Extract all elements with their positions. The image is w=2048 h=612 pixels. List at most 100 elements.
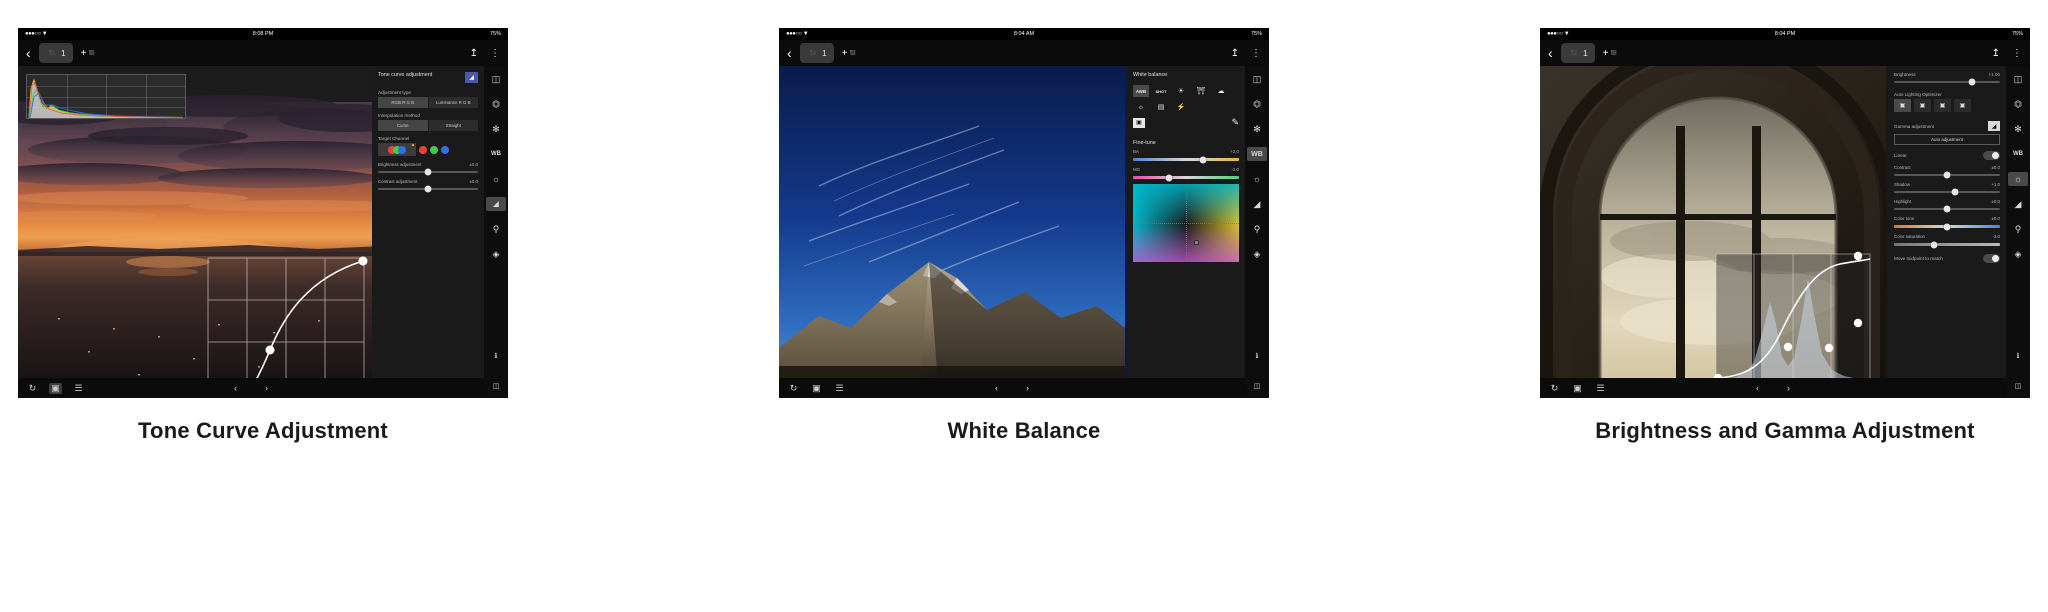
- seg-rgb[interactable]: RGB R G B: [378, 97, 428, 108]
- highlight-slider[interactable]: Highlight ±0.0: [1894, 199, 2000, 213]
- color-icon[interactable]: ◈: [2008, 247, 2028, 261]
- back-button[interactable]: ‹: [787, 46, 792, 60]
- slider-knob[interactable]: [1943, 205, 1951, 213]
- share-icon[interactable]: ↥: [1992, 48, 2000, 59]
- white-balance-icon[interactable]: WB: [1247, 147, 1267, 161]
- channel-blue[interactable]: [441, 145, 449, 154]
- curve-chart-icon[interactable]: ◢: [1988, 121, 2000, 131]
- slider-knob[interactable]: [424, 185, 432, 193]
- info-icon[interactable]: ℹ: [486, 349, 506, 363]
- layout-icon[interactable]: ◫: [1247, 379, 1267, 393]
- seg-luminance[interactable]: Luminance R G B: [428, 97, 478, 108]
- slider-knob[interactable]: [1199, 156, 1207, 163]
- crop-icon[interactable]: ⏣: [1247, 97, 1267, 111]
- back-button[interactable]: ‹: [1548, 46, 1553, 60]
- dust-delete-icon[interactable]: ✻: [486, 122, 506, 136]
- tone-curve-icon[interactable]: ◢: [1247, 197, 1267, 211]
- shade-icon[interactable]: ⛩: [1193, 85, 1209, 97]
- compare-icon[interactable]: ◫: [1247, 72, 1267, 86]
- add-image-button[interactable]: +◾: [842, 48, 859, 59]
- flash-icon[interactable]: ⚡: [1173, 101, 1189, 113]
- brightness-slider[interactable]: [1894, 78, 2000, 86]
- brightness-icon[interactable]: ☼: [2008, 172, 2028, 186]
- brightness-icon[interactable]: ☼: [486, 172, 506, 186]
- channel-green[interactable]: [430, 145, 438, 154]
- daylight-icon[interactable]: ☀: [1173, 85, 1189, 97]
- share-icon[interactable]: ↥: [1231, 48, 1239, 59]
- alo-standard-icon[interactable]: ▣: [1934, 99, 1951, 112]
- image-tab[interactable]: ◾ 1: [38, 43, 73, 63]
- white-balance-presets[interactable]: AWB SHOT ☀ ⛩ ☁ ☼ ▤ ⚡: [1133, 85, 1239, 113]
- color-icon[interactable]: ◈: [1247, 247, 1267, 261]
- ba-slider[interactable]: BA +2.0: [1133, 149, 1239, 163]
- dust-delete-icon[interactable]: ✻: [2008, 122, 2028, 136]
- channel-red[interactable]: [419, 145, 427, 154]
- target-channel-group[interactable]: [378, 143, 478, 156]
- contrast-adjustment-slider[interactable]: Contrast adjustment ±0.0: [378, 179, 478, 193]
- brightness-icon[interactable]: ☼: [1247, 172, 1267, 186]
- compare-icon[interactable]: ◫: [2008, 72, 2028, 86]
- image-canvas[interactable]: [1540, 66, 1888, 398]
- slider-knob[interactable]: [1968, 78, 1976, 86]
- alo-off-icon[interactable]: ▣: [1894, 99, 1911, 112]
- more-icon[interactable]: ⋮: [1251, 48, 1261, 59]
- slider-knob[interactable]: [1943, 223, 1951, 230]
- auto-lighting-optimizer-options[interactable]: ▣ ▣ ▣ ▣: [1894, 99, 2000, 112]
- slider-knob[interactable]: [1165, 174, 1173, 181]
- linear-toggle[interactable]: [1983, 151, 2000, 160]
- info-icon[interactable]: ℹ: [2008, 349, 2028, 363]
- color-saturation-slider[interactable]: Color saturation -3.0: [1894, 234, 2000, 248]
- slider-knob[interactable]: [1951, 188, 1959, 196]
- white-balance-icon[interactable]: WB: [2008, 147, 2028, 161]
- tone-curve-icon[interactable]: ◢: [486, 197, 506, 211]
- cloudy-icon[interactable]: ☁: [1213, 85, 1229, 97]
- crop-icon[interactable]: ⏣: [2008, 97, 2028, 111]
- image-tab[interactable]: ◾ 1: [1560, 43, 1595, 63]
- back-button[interactable]: ‹: [26, 46, 31, 60]
- shot-settings-icon[interactable]: SHOT: [1153, 85, 1169, 97]
- slider-knob[interactable]: [1930, 241, 1938, 248]
- tone-curve-icon[interactable]: ◢: [2008, 197, 2028, 211]
- alo-high-icon[interactable]: ▣: [1954, 99, 1971, 112]
- next-image-button[interactable]: ›: [1026, 383, 1029, 393]
- custom-white-balance-icon[interactable]: ▣: [1133, 117, 1145, 128]
- white-balance-icon[interactable]: WB: [486, 147, 506, 161]
- dust-delete-icon[interactable]: ✻: [1247, 122, 1267, 136]
- auto-adjustment-button[interactable]: Auto adjustment: [1894, 134, 2000, 145]
- color-tone-slider[interactable]: Color tone ±0.0: [1894, 216, 2000, 230]
- sharpness-icon[interactable]: ⚲: [2008, 222, 2028, 236]
- mg-slider[interactable]: MG -2.0: [1133, 167, 1239, 181]
- image-canvas[interactable]: [18, 66, 372, 398]
- add-image-button[interactable]: +◾: [81, 48, 98, 59]
- prev-image-button[interactable]: ‹: [1756, 383, 1759, 393]
- more-icon[interactable]: ⋮: [490, 48, 500, 59]
- slider-knob[interactable]: [424, 168, 432, 176]
- interpolation-segmented[interactable]: Curve Straight: [378, 120, 478, 131]
- next-image-button[interactable]: ›: [1787, 383, 1790, 393]
- seg-curve[interactable]: Curve: [378, 120, 428, 131]
- auto-white-balance-icon[interactable]: AWB: [1133, 85, 1149, 97]
- crop-icon[interactable]: ⏣: [486, 97, 506, 111]
- brightness-adjustment-slider[interactable]: Brightness adjustment ±0.0: [378, 162, 478, 176]
- tungsten-icon[interactable]: ☼: [1133, 101, 1149, 113]
- add-image-button[interactable]: +◾: [1603, 48, 1620, 59]
- eyedropper-icon[interactable]: ✎: [1231, 117, 1239, 128]
- adjustment-type-segmented[interactable]: RGB R G B Luminance R G B: [378, 97, 478, 108]
- white-balance-color-field[interactable]: [1133, 184, 1239, 262]
- compare-icon[interactable]: ◫: [486, 72, 506, 86]
- slider-knob[interactable]: [1943, 171, 1951, 179]
- next-image-button[interactable]: ›: [265, 383, 268, 393]
- prev-image-button[interactable]: ‹: [234, 383, 237, 393]
- image-tab[interactable]: ◾ 1: [799, 43, 834, 63]
- move-midpoint-toggle[interactable]: [1983, 254, 2000, 263]
- seg-straight[interactable]: Straight: [428, 120, 478, 131]
- layout-icon[interactable]: ◫: [486, 379, 506, 393]
- sharpness-icon[interactable]: ⚲: [486, 222, 506, 236]
- layout-icon[interactable]: ◫: [2008, 379, 2028, 393]
- color-field-marker[interactable]: [1194, 240, 1200, 246]
- curve-chart-icon[interactable]: ◢: [465, 72, 478, 83]
- share-icon[interactable]: ↥: [470, 48, 478, 59]
- prev-image-button[interactable]: ‹: [995, 383, 998, 393]
- fluorescent-icon[interactable]: ▤: [1153, 101, 1169, 113]
- more-icon[interactable]: ⋮: [2012, 48, 2022, 59]
